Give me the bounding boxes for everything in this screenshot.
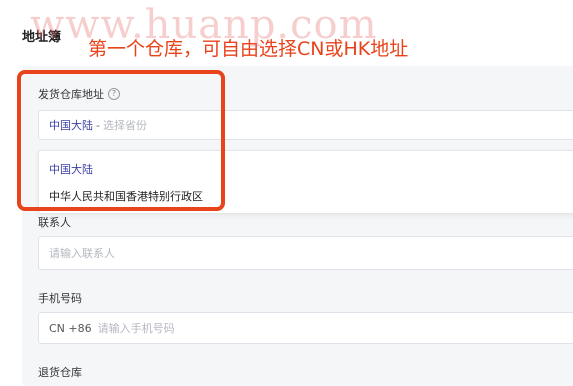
- highlight-frame: [17, 70, 225, 211]
- phone-country-code[interactable]: CN +86: [49, 322, 92, 335]
- phone-placeholder: 请输入手机号码: [97, 322, 175, 335]
- phone-input[interactable]: CN +86 请输入手机号码: [38, 312, 573, 344]
- contact-placeholder: 请输入联系人: [49, 247, 115, 260]
- watermark: www.huanp.com: [30, 2, 378, 48]
- return-warehouse-label: 退货仓库: [38, 366, 82, 379]
- contact-field-label: 联系人: [38, 216, 71, 229]
- phone-field-label: 手机号码: [38, 292, 82, 305]
- contact-input[interactable]: 请输入联系人: [38, 236, 573, 270]
